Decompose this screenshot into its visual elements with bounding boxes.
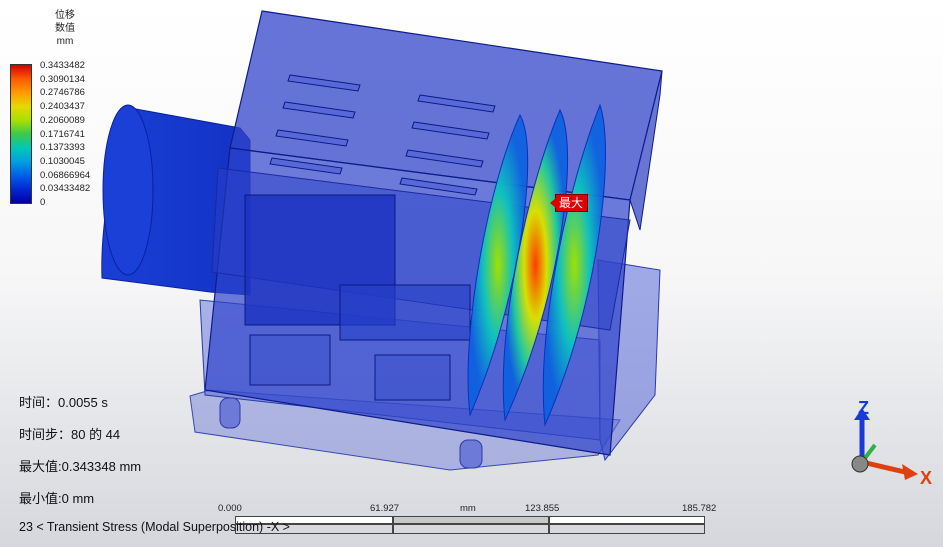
scale-label-2: 123.855 <box>525 503 560 514</box>
max-value-label: 最大值:0.343348 mm <box>19 459 142 474</box>
scale-bar <box>235 516 705 534</box>
scale-label-3: 185.782 <box>682 503 717 514</box>
axis-triad[interactable]: Z X <box>851 398 932 488</box>
time-label: 时间：0.0055 s <box>19 395 108 410</box>
max-value-marker[interactable]: 最大 <box>549 194 589 212</box>
scale-label-1: 61.927 <box>370 503 400 514</box>
fea-model-viewport[interactable]: Z X <box>0 0 943 547</box>
min-value-label: 最小值:0 mm <box>19 491 95 506</box>
scale-label-0: 0.000 <box>218 503 242 514</box>
x-axis-label: X <box>920 468 932 488</box>
time-step-label: 时间步：80 的 44 <box>19 427 121 442</box>
z-axis-label: Z <box>858 398 869 418</box>
scale-unit: mm <box>460 503 476 514</box>
result-caption: 23 < Transient Stress (Modal Superpositi… <box>19 520 290 534</box>
